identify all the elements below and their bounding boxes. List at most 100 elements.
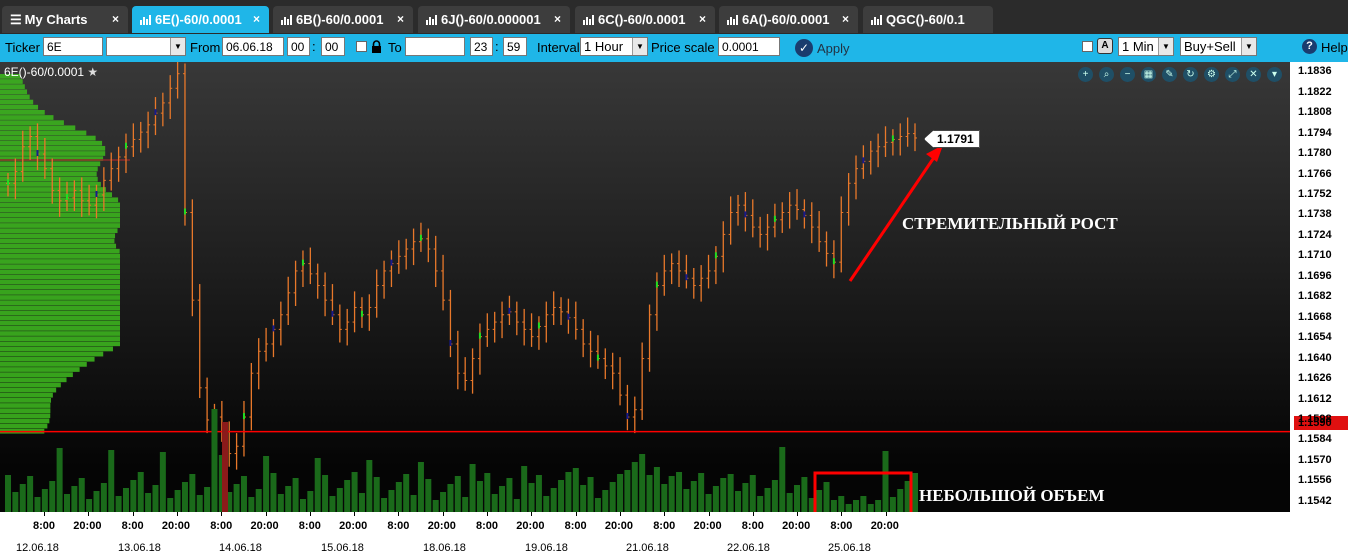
volume-bar [491,494,498,512]
volume-cluster-mark [744,211,747,218]
side-select[interactable]: Buy+Sell ▼ [1180,37,1257,56]
chart-area[interactable]: 6E()-60/0.0001 ★ + ⌕ − ▦ ✎ ↻ ⚙ ⤢ ✕ ▾ СТРЕМИТЕЛЬНЫ… [0,62,1290,512]
ticker-select[interactable]: ▼ [106,37,186,56]
close-icon[interactable]: × [554,12,561,26]
date-label: 21.06.18 [626,542,669,554]
to-checkbox[interactable] [356,41,367,52]
volume-cluster-mark [183,208,186,215]
volume-bar [299,499,306,512]
to-date-input[interactable] [405,37,465,56]
tick-icon[interactable]: A [1097,38,1113,54]
volume-bar [233,484,240,512]
volume-profile-bar [0,403,51,408]
from-date-input[interactable]: 06.06.18 [222,37,284,56]
timeframe-select[interactable]: 1 Min ▼ [1118,37,1174,56]
volume-profile-bar [0,228,118,234]
volume-profile-bar [0,99,34,105]
ticker-input[interactable]: 6E [43,37,103,56]
from-hour-input[interactable]: 00 [287,37,310,56]
apply-button[interactable]: ✓ Apply [795,38,850,58]
checkmark-icon: ✓ [795,39,813,57]
date-label: 13.06.18 [118,542,161,554]
price-scale-label: Price scale [651,40,715,55]
from-minute-input[interactable]: 00 [321,37,345,56]
chart-icon [727,15,738,25]
volume-bar [56,448,63,512]
help-icon[interactable]: ? [1302,39,1317,54]
volume-bar [447,484,454,512]
option-checkbox[interactable] [1082,41,1093,52]
volume-bar [277,494,284,512]
volume-bar [543,496,550,512]
help-label[interactable]: Help [1321,40,1348,55]
tab-6j[interactable]: 6J()-60/0.000001 × [418,6,570,33]
price-tick-label: 1.1752 [1298,187,1332,200]
close-icon[interactable]: × [397,12,404,26]
toolbar: Ticker 6E ▼ From 06.06.18 00 : 00 To 23 … [0,34,1348,62]
volume-bar [764,488,771,512]
to-hour-input[interactable]: 23 [470,37,493,56]
volume-bar [653,467,660,512]
price-scale-input[interactable]: 0.0001 [718,37,780,56]
refresh-icon[interactable]: ↻ [1183,67,1198,82]
settings-icon[interactable]: ⚙ [1204,67,1219,82]
zoom-out-icon[interactable]: − [1120,67,1135,82]
tab-qgc[interactable]: QGC()-60/0.1 [863,6,993,33]
volume-cluster-mark [449,339,452,346]
date-label: 14.06.18 [219,542,262,554]
volume-bar [71,486,78,512]
volume-bar [535,475,542,512]
grid-icon[interactable]: ▦ [1141,67,1156,82]
volume-profile-bar [0,130,87,136]
close-icon[interactable]: ✕ [1246,67,1261,82]
close-icon[interactable]: × [699,12,706,26]
tab-6b[interactable]: 6B()-60/0.0001 × [273,6,413,33]
time-tick-mark [797,512,799,516]
volume-bar [122,488,129,512]
tab-6c[interactable]: 6C()-60/0.0001 × [575,6,715,33]
volume-bar [462,497,469,512]
volume-profile-bar [0,166,98,172]
volume-profile-bar [0,305,120,311]
volume-bar [875,500,882,512]
close-icon[interactable]: × [112,12,119,26]
to-minute-input[interactable]: 59 [503,37,527,56]
volume-bar [425,479,432,512]
time-tick-label: 20:00 [870,520,899,532]
volume-bar [373,477,380,512]
expand-icon[interactable]: ⤢ [1225,67,1240,82]
price-tick-label: 1.1556 [1298,474,1332,487]
star-icon[interactable]: ★ [87,65,98,79]
interval-select[interactable]: 1 Hour ▼ [580,37,648,56]
volume-bar [668,476,675,512]
annotation-low-volume: НЕБОЛЬШОЙ ОБЪЕМ [919,486,1105,505]
volume-bar [867,504,874,512]
price-tick-label: 1.1682 [1298,290,1332,303]
time-tick-label: 20:00 [516,520,545,532]
volume-bar [749,475,756,512]
price-tick-label: 1.1794 [1298,126,1332,139]
zoom-in-icon[interactable]: + [1078,67,1093,82]
draw-icon[interactable]: ✎ [1162,67,1177,82]
tab-bar: ☰ My Charts × 6E()-60/0.0001 × 6B()-60/0… [0,0,1348,34]
tab-6a[interactable]: 6A()-60/0.0001 × [719,6,858,33]
volume-bar [469,464,476,512]
close-icon[interactable]: × [253,12,260,26]
apply-label: Apply [817,40,850,56]
volume-cluster-mark [803,211,806,218]
collapse-icon[interactable]: ▾ [1267,67,1282,82]
volume-profile-bar [0,336,120,342]
price-chart[interactable] [0,62,1290,512]
volume-bar [661,484,668,512]
volume-bar [882,451,889,512]
tab-6e[interactable]: 6E()-60/0.0001 × [132,6,269,33]
tab-my-charts[interactable]: ☰ My Charts × [2,6,128,33]
close-icon[interactable]: × [842,12,849,26]
zoom-icon[interactable]: ⌕ [1099,67,1114,82]
price-axis: 1.1791 1.1590 1.1836 1.1822 1.1808 1.1794 1.… [924,62,1348,512]
time-tick-label: 20:00 [427,520,456,532]
tab-label: My Charts [24,12,88,27]
chart-title: 6E()-60/0.0001 ★ [4,65,98,79]
volume-profile-bar [0,171,97,177]
volume-profile-bar [0,300,120,306]
